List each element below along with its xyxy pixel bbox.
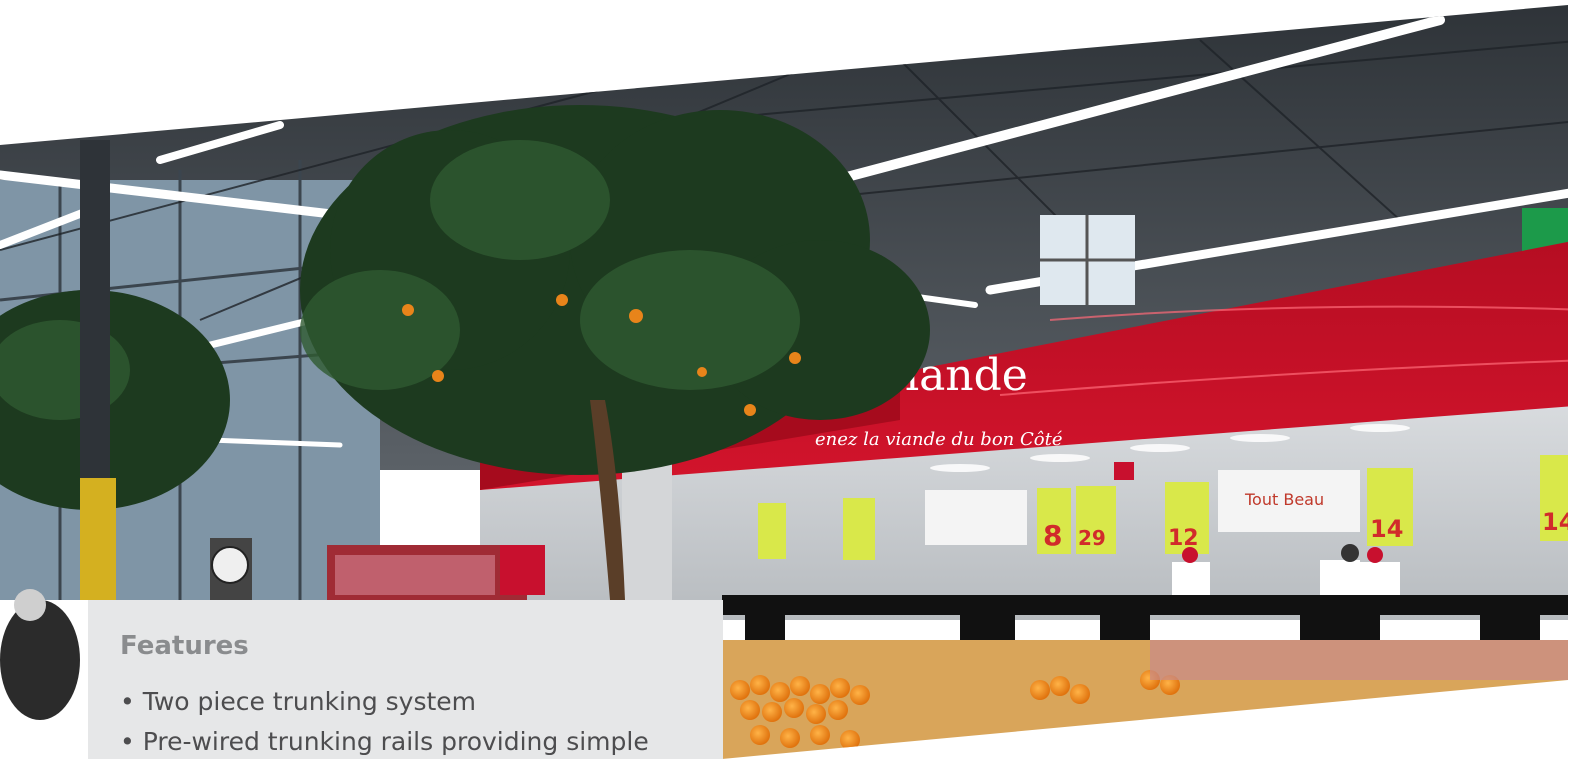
features-title: Features xyxy=(120,631,249,661)
features-panel: Features Two piece trunking system Pre-w… xyxy=(88,600,723,759)
svg-text:12: 12 xyxy=(1168,526,1199,551)
svg-text:8: 8 xyxy=(1043,519,1062,552)
feature-item: Pre-wired trunking rails providing simpl… xyxy=(120,722,723,759)
svg-text:14: 14 xyxy=(1542,508,1575,536)
svg-text:14: 14 xyxy=(1370,515,1403,543)
svg-text:29: 29 xyxy=(1078,526,1106,550)
banner-sub-text: enez la viande du bon Côté xyxy=(815,429,1063,450)
feature-item: Two piece trunking system xyxy=(120,682,723,722)
svg-text:Tout Beau: Tout Beau xyxy=(1244,490,1324,509)
features-list: Two piece trunking system Pre-wired trun… xyxy=(120,682,723,759)
